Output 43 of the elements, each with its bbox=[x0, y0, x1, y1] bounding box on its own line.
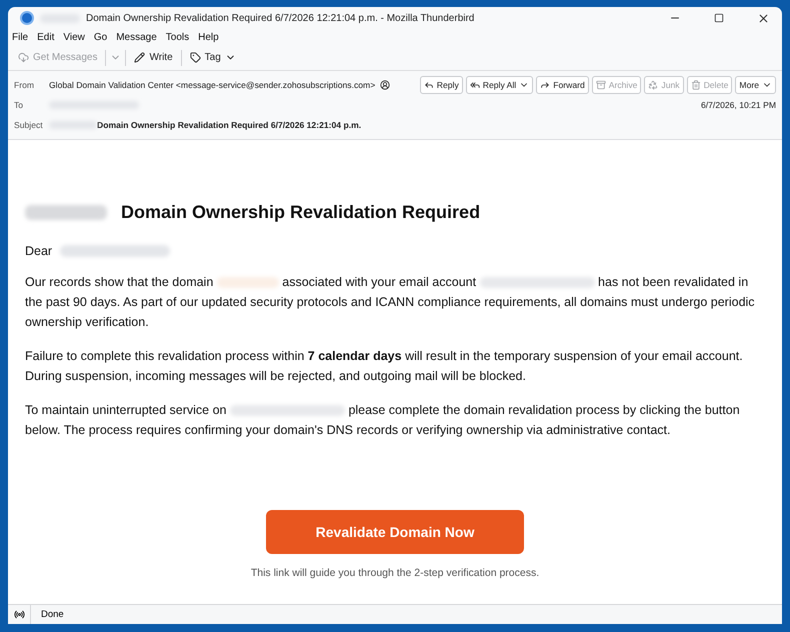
menu-item[interactable]: View bbox=[63, 32, 85, 42]
reply-all-icon bbox=[470, 80, 480, 90]
revalidate-button[interactable]: Revalidate Domain Now bbox=[266, 510, 524, 554]
trash-icon bbox=[690, 80, 701, 90]
body-paragraph: To maintain uninterrupted service on please complete the domain revalidation process by clicking the button below. The process requires confirming your domain's DNS records or verifying ownership via administrative contact. bbox=[25, 402, 741, 439]
body-paragraph: Our records show that the domain associated with your email account has not been revalidated in the past 90 days. As part of our updated security protocols and ICANN compliance requirements, all domains must undergo periodic ownership verification. bbox=[25, 274, 756, 331]
maximize-icon[interactable] bbox=[714, 13, 724, 23]
to-label: To bbox=[14, 100, 24, 110]
forward-icon bbox=[540, 80, 550, 90]
status-text: Done bbox=[40, 609, 64, 620]
cloud-download-icon bbox=[18, 52, 29, 63]
menu-item[interactable]: Go bbox=[94, 32, 108, 42]
menu-item[interactable]: File bbox=[12, 32, 28, 42]
menu-item[interactable]: Tools bbox=[166, 32, 190, 42]
redaction-blur bbox=[216, 277, 279, 288]
recycle-icon bbox=[648, 80, 658, 90]
more-button[interactable]: More bbox=[735, 76, 776, 94]
tag-icon bbox=[190, 52, 201, 63]
forward-button[interactable]: Forward bbox=[536, 76, 589, 94]
menu-item[interactable]: Message bbox=[116, 32, 157, 42]
window-title: Domain Ownership Revalidation Required 6/7/2026 12:21:04 p.m. - Mozilla Thunderbird bbox=[86, 12, 476, 24]
verification-note: This link will guide you through the 2-step verification process. bbox=[250, 567, 540, 579]
subject-text: Domain Ownership Revalidation Required 6/7/2026 12:21:04 p.m. bbox=[97, 120, 362, 130]
write-button[interactable]: Write bbox=[130, 50, 177, 65]
message-date: 6/7/2026, 10:21 PM bbox=[700, 100, 776, 110]
from-label: From bbox=[14, 80, 36, 90]
reply-icon bbox=[424, 80, 434, 90]
replyall-button[interactable]: Reply All bbox=[466, 76, 534, 94]
menu-item[interactable]: Edit bbox=[37, 32, 54, 42]
menu-item[interactable]: Help bbox=[198, 32, 219, 42]
reply-button[interactable]: Reply bbox=[420, 76, 463, 94]
tag-button[interactable]: Tag bbox=[186, 50, 240, 65]
close-icon[interactable] bbox=[756, 12, 770, 24]
body-paragraph: Failure to complete this revalidation process within 7 calendar days will result in the temporary suspension of your email account. During suspension, incoming messages will be rejected, and outgoing mail will be blocked. bbox=[25, 348, 744, 385]
connection-icon bbox=[14, 609, 24, 620]
contact-icon[interactable] bbox=[380, 80, 390, 90]
email-headline: Domain Ownership Revalidation Required bbox=[121, 202, 480, 223]
greeting-text: Dear bbox=[25, 244, 52, 258]
pencil-icon bbox=[134, 52, 146, 63]
sender-address: Global Domain Validation Center <message-service@sender.zohosubscriptions.com> bbox=[49, 80, 376, 90]
archive-icon bbox=[596, 80, 606, 90]
thunderbird-logo-icon bbox=[20, 11, 34, 25]
subject-label: Subject bbox=[14, 120, 44, 130]
